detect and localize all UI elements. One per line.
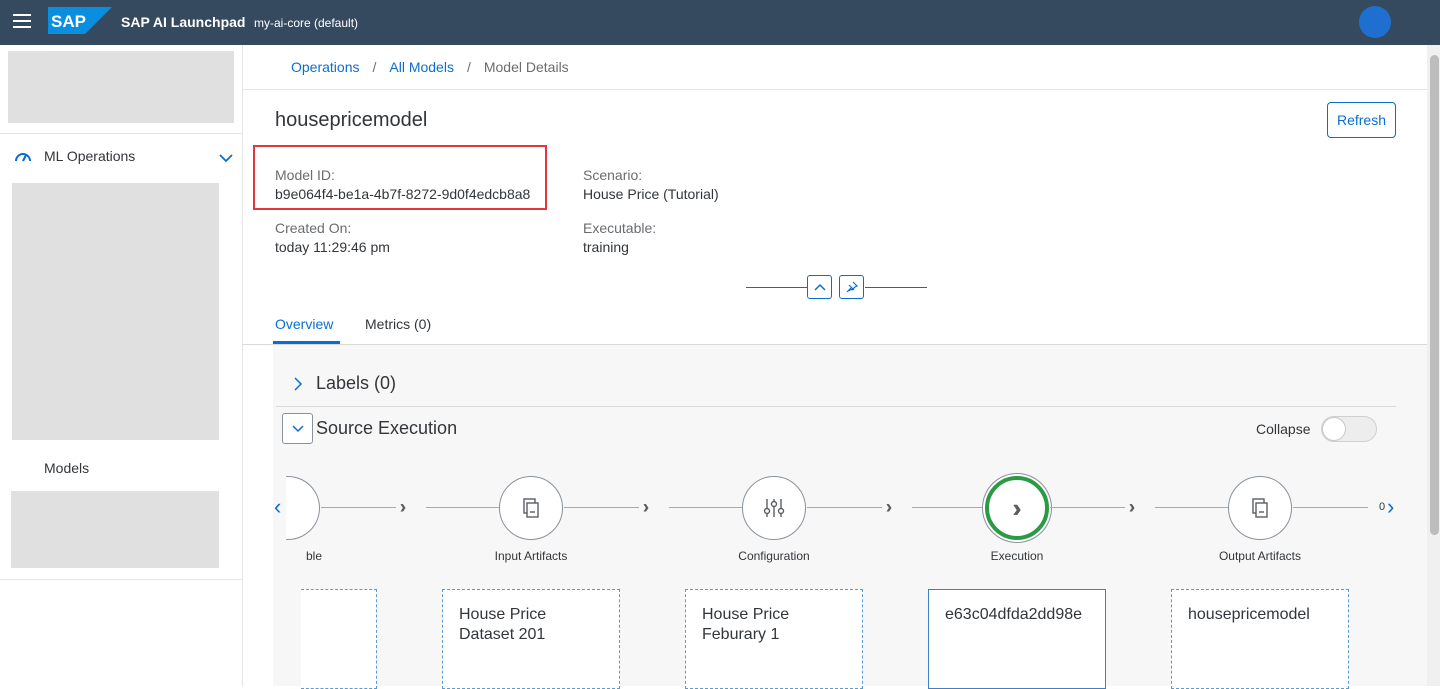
- nav-divider: [0, 133, 242, 134]
- app-title: SAP AI Launchpad: [121, 14, 246, 30]
- nav-divider: [0, 579, 242, 580]
- main-content: Operations / All Models / Model Details …: [243, 45, 1427, 689]
- menu-icon[interactable]: [13, 14, 31, 30]
- app-subtitle: my-ai-core (default): [254, 16, 359, 30]
- document-icon: [1252, 498, 1268, 518]
- sidebar-item-label: ML Operations: [44, 148, 136, 164]
- sidebar-item-models[interactable]: Models: [44, 460, 89, 476]
- document-icon: [523, 498, 539, 518]
- side-navigation: ML Operations Models: [0, 45, 243, 686]
- artifact-card[interactable]: House Price Dataset 201: [442, 589, 620, 689]
- shell-bar: SAP SAP AI Launchpad my-ai-core (default…: [0, 0, 1440, 45]
- gauge-icon: [15, 153, 31, 162]
- flow-connector: [912, 507, 985, 508]
- flow-next-icon[interactable]: ›: [1387, 494, 1394, 520]
- node-execution[interactable]: ›››: [985, 476, 1049, 540]
- flow-next-count: 0: [1379, 501, 1386, 513]
- artifact-card-partial[interactable]: [301, 589, 377, 689]
- flow-connector: [669, 507, 742, 508]
- execution-card[interactable]: e63c04dfda2dd98e: [928, 589, 1106, 689]
- node-label: Input Artifacts: [494, 549, 568, 563]
- flow-connector: [1293, 507, 1368, 508]
- sidebar-item-ml-operations[interactable]: ML Operations: [14, 148, 135, 164]
- node-label: Execution: [990, 549, 1044, 563]
- svg-text:SAP: SAP: [51, 12, 86, 31]
- node-output-artifacts[interactable]: [1228, 476, 1292, 540]
- flow-prev-icon[interactable]: ‹: [274, 494, 281, 520]
- nav-placeholder: [11, 491, 219, 568]
- sidebar-item-label: Models: [44, 460, 90, 476]
- flow-connector: [807, 507, 882, 508]
- nav-placeholder: [12, 183, 219, 440]
- model-id-highlight: [253, 145, 547, 210]
- artifact-card[interactable]: House Price Feburary 1: [685, 589, 863, 689]
- node-label: Configuration: [738, 549, 810, 563]
- flow-connector: [321, 507, 396, 508]
- sap-logo[interactable]: SAP: [48, 7, 112, 34]
- flow-connector: [564, 507, 639, 508]
- node-input-artifacts[interactable]: [499, 476, 563, 540]
- node-label: Output Artifacts: [1218, 549, 1302, 563]
- scrollbar-thumb[interactable]: [1430, 55, 1439, 535]
- flow-connector: [426, 507, 499, 508]
- artifact-card[interactable]: housepricemodel: [1171, 589, 1349, 689]
- sliders-icon: [763, 499, 785, 517]
- avatar[interactable]: [1359, 6, 1391, 38]
- nav-placeholder: [8, 51, 234, 123]
- flow-connector: [1050, 507, 1125, 508]
- node-configuration[interactable]: [742, 476, 806, 540]
- chevron-down-icon[interactable]: [219, 153, 233, 163]
- node-label: ble: [305, 549, 322, 563]
- partial-node[interactable]: [286, 476, 320, 540]
- execution-flow: ‹ 1 ble ››› Input Artifacts ›››: [243, 45, 1427, 689]
- flow-connector: [1155, 507, 1228, 508]
